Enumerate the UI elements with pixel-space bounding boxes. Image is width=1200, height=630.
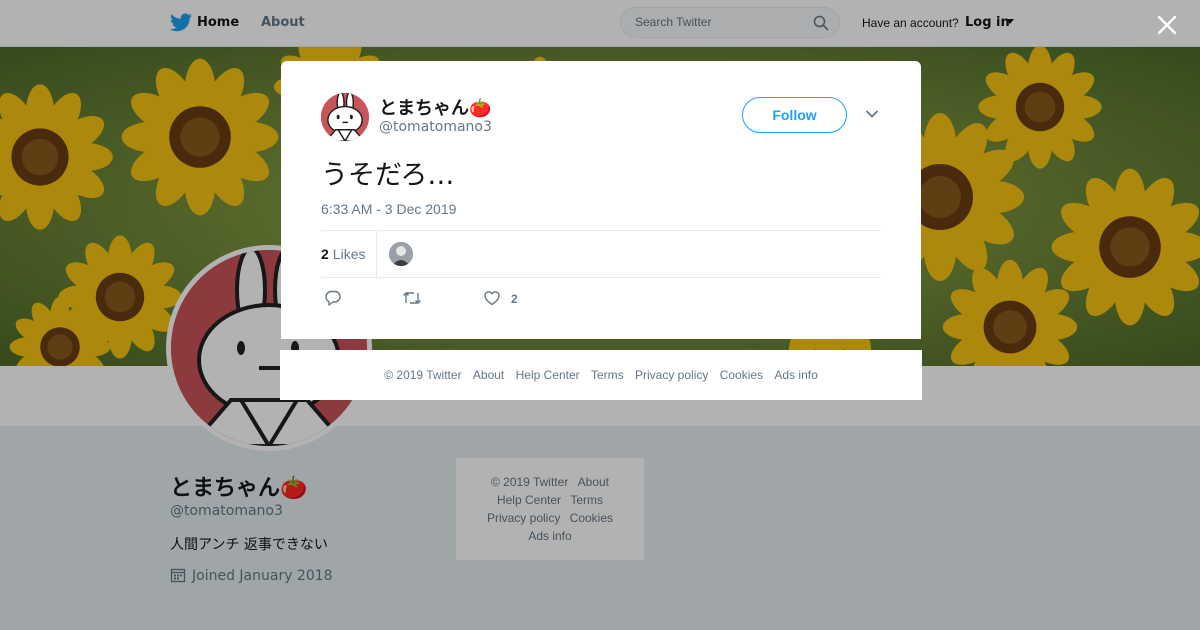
footer-copyright: © 2019 Twitter [384,368,462,382]
close-icon[interactable] [1156,14,1178,36]
tweet-modal: とまちゃん🍅 @tomatomano3 Follow うそだろ… 6:33 AM… [281,61,921,339]
stats-divider-top [321,230,881,231]
tweet-author-avatar[interactable] [321,93,369,141]
follow-button[interactable]: Follow [742,97,847,133]
reply-icon[interactable] [324,289,342,307]
liker-avatar-image [389,242,413,266]
like-action-count: 2 [511,292,518,306]
footer-privacy-link[interactable]: Privacy policy [635,368,708,382]
heart-icon[interactable] [483,289,501,307]
modal-footer: © 2019 Twitter About Help Center Terms P… [280,350,922,400]
tweet-author-handle[interactable]: @tomatomano3 [379,119,492,135]
tweet-author-name[interactable]: とまちゃん🍅 [379,94,491,120]
footer-help-link[interactable]: Help Center [516,368,580,382]
likes-count: 2 [321,246,329,262]
footer-about-link[interactable]: About [473,368,504,382]
likes-label: Likes [332,246,366,262]
stats-divider-bottom [321,277,881,278]
chevron-down-icon[interactable] [865,109,879,119]
stats-vertical-divider [376,231,377,277]
tweet-timestamp[interactable]: 6:33 AM - 3 Dec 2019 [321,201,456,217]
rabbit-avatar-image [321,93,369,141]
tweet-text: うそだろ… [321,160,455,191]
liker-avatar[interactable] [389,242,413,266]
footer-ads-link[interactable]: Ads info [774,368,817,382]
likes-stat[interactable]: 2 Likes [321,246,365,262]
footer-terms-link[interactable]: Terms [591,368,624,382]
footer-cookies-link[interactable]: Cookies [720,368,763,382]
retweet-icon[interactable] [402,289,422,307]
